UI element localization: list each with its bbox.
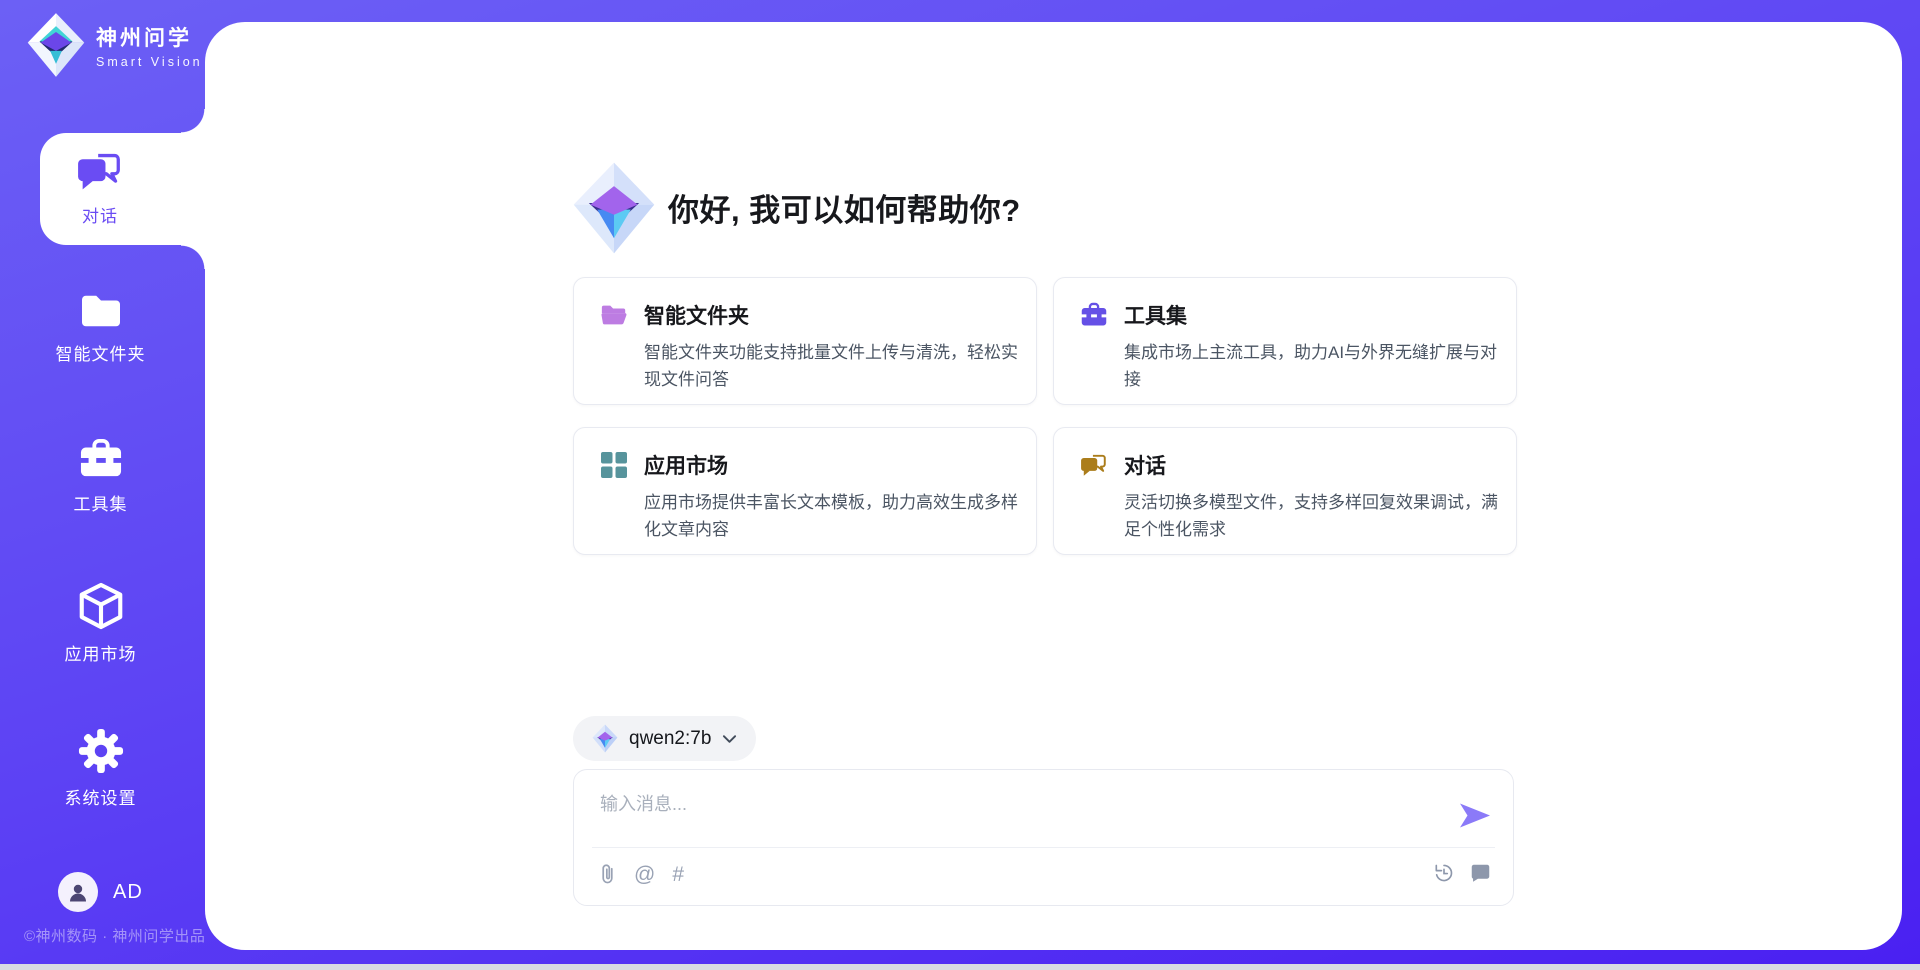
sidebar-item-label: 对话: [82, 202, 118, 227]
chevron-down-icon: [722, 734, 737, 744]
window-edge: [0, 964, 1920, 970]
composer-divider: [592, 847, 1495, 848]
card-head: 智能文件夹: [600, 300, 1010, 330]
card-description: 智能文件夹功能支持批量文件上传与清洗，轻松实现文件问答: [644, 339, 1034, 393]
brand-text: 神州问学 Smart Vision: [96, 22, 203, 69]
card-title: 工具集: [1124, 300, 1187, 330]
card-description: 集成市场上主流工具，助力AI与外界无缝扩展与对接: [1124, 339, 1514, 393]
card-chat[interactable]: 对话 灵活切换多模型文件，支持多样回复效果调试，满足个性化需求: [1053, 427, 1517, 555]
card-title: 对话: [1124, 450, 1166, 480]
diamond-logo-icon: [592, 724, 618, 753]
card-toolkit[interactable]: 工具集 集成市场上主流工具，助力AI与外界无缝扩展与对接: [1053, 277, 1517, 405]
diamond-logo-icon: [26, 12, 86, 78]
brand-name-cn: 神州问学: [96, 22, 203, 52]
greeting-diamond-icon: [572, 161, 656, 255]
user-menu[interactable]: AD: [58, 872, 143, 912]
sidebar-item-app-market[interactable]: 应用市场: [18, 582, 183, 665]
sidebar-item-chat[interactable]: 对话: [40, 133, 205, 245]
chat-icon: [76, 151, 124, 193]
cube-icon: [79, 582, 123, 630]
chat-icon: [1080, 451, 1108, 479]
hash-icon: #: [672, 864, 684, 885]
card-description: 应用市场提供丰富长文本模板，助力高效生成多样化文章内容: [644, 489, 1034, 543]
avatar[interactable]: [58, 872, 98, 912]
card-app-market[interactable]: 应用市场 应用市场提供丰富长文本模板，助力高效生成多样化文章内容: [573, 427, 1037, 555]
mention-button[interactable]: @: [634, 864, 655, 885]
topic-button[interactable]: #: [672, 864, 684, 885]
sidebar-item-label: 应用市场: [65, 640, 137, 665]
sidebar-item-label: 系统设置: [65, 784, 137, 809]
history-button[interactable]: [1433, 862, 1455, 884]
sidebar-item-smart-folder[interactable]: 智能文件夹: [18, 292, 183, 365]
sidebar-item-label: 工具集: [74, 490, 128, 515]
card-description: 灵活切换多模型文件，支持多样回复效果调试，满足个性化需求: [1124, 489, 1514, 543]
send-button[interactable]: [1459, 802, 1491, 830]
brand-name-en: Smart Vision: [96, 55, 203, 69]
card-smart-folder[interactable]: 智能文件夹 智能文件夹功能支持批量文件上传与清洗，轻松实现文件问答: [573, 277, 1037, 405]
card-head: 工具集: [1080, 300, 1490, 330]
brand-logo: 神州问学 Smart Vision: [26, 12, 203, 78]
sidebar-item-toolkit[interactable]: 工具集: [18, 438, 183, 515]
composer-tools-right: [1433, 862, 1491, 884]
composer-tools-left: @ #: [598, 862, 684, 886]
model-selector[interactable]: qwen2:7b: [573, 716, 756, 761]
sidebar-item-chat-content: 对话: [40, 133, 160, 245]
history-icon: [1433, 862, 1455, 884]
bubble-icon: [1470, 863, 1491, 883]
attach-button[interactable]: [598, 862, 617, 886]
tab-fillet-bottom: [181, 245, 205, 269]
feedback-button[interactable]: [1470, 863, 1491, 883]
gear-icon: [78, 728, 124, 774]
greeting-title: 你好, 我可以如何帮助你?: [668, 185, 1021, 230]
sidebar-item-label: 智能文件夹: [56, 340, 146, 365]
card-head: 应用市场: [600, 450, 1010, 480]
message-input[interactable]: [600, 787, 1400, 821]
folder-open-icon: [600, 301, 628, 329]
briefcase-icon: [78, 438, 124, 480]
card-head: 对话: [1080, 450, 1490, 480]
composer: @ #: [573, 769, 1514, 906]
person-icon: [67, 881, 89, 903]
tab-fillet-top: [181, 109, 205, 133]
briefcase-icon: [1080, 301, 1108, 329]
sidebar-item-settings[interactable]: 系统设置: [18, 728, 183, 809]
user-name: AD: [113, 881, 143, 904]
footer-credit: ©神州数码 · 神州问学出品: [24, 925, 205, 946]
grid-icon: [600, 451, 628, 479]
card-title: 应用市场: [644, 450, 728, 480]
folder-icon: [78, 292, 124, 330]
card-title: 智能文件夹: [644, 300, 749, 330]
send-icon: [1459, 802, 1491, 829]
paperclip-icon: [598, 862, 617, 886]
model-name: qwen2:7b: [629, 728, 711, 750]
at-icon: @: [634, 864, 655, 885]
